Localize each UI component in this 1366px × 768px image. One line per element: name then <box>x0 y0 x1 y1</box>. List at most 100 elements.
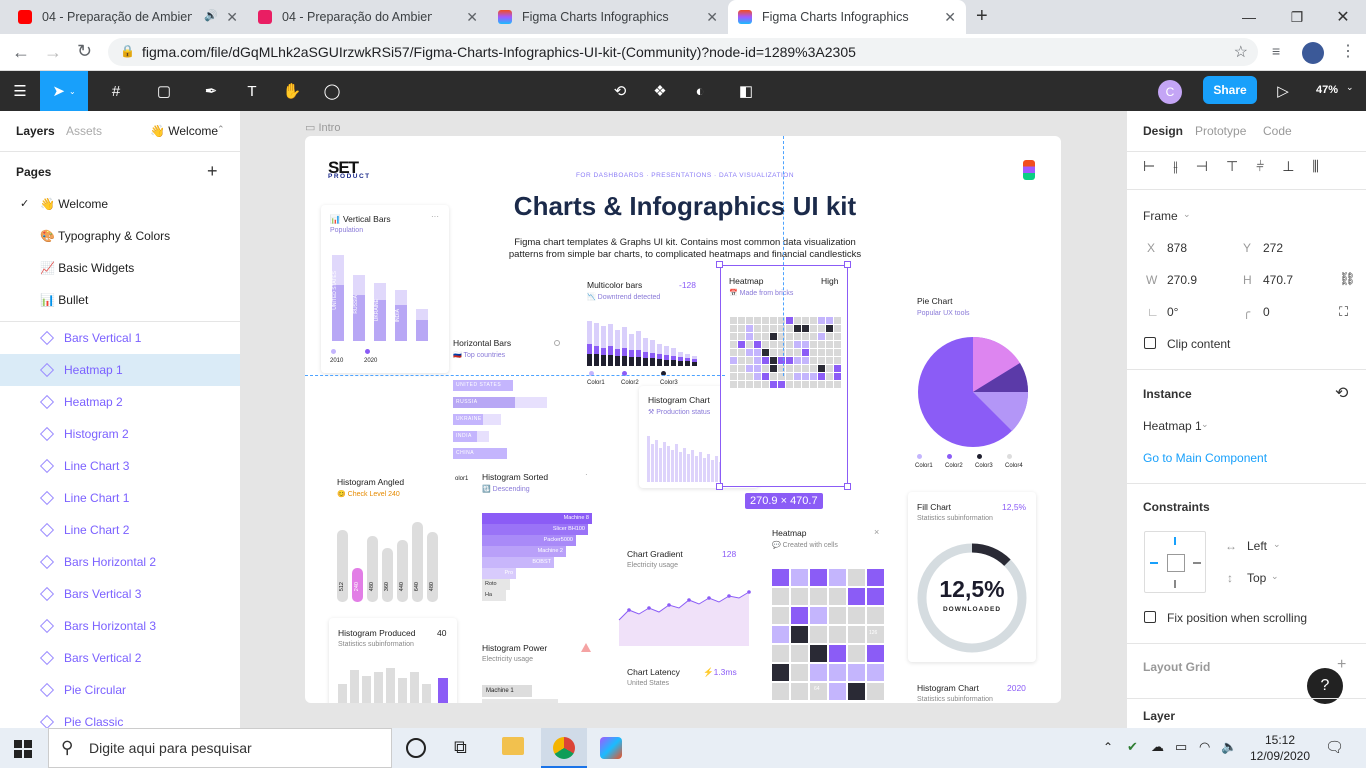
layer-item[interactable]: Line Chart 3 <box>0 450 240 482</box>
card-histogram-produced[interactable]: Histogram Produced 40 Statistics subinfo… <box>329 618 457 703</box>
hand-tool-icon[interactable]: ✋ <box>278 71 306 111</box>
wifi-icon[interactable]: ◠ <box>1199 739 1210 755</box>
layer-item[interactable]: Bars Horizontal 3 <box>0 610 240 642</box>
constraint-right[interactable] <box>1193 562 1201 564</box>
minimize-icon[interactable]: — <box>1226 0 1272 34</box>
align-bottom-icon[interactable]: ⊥ <box>1282 158 1294 175</box>
align-middle-icon[interactable]: ⫩ <box>1256 158 1264 175</box>
browser-tab-figma-active[interactable]: Figma Charts Infographics UI kit ✕ <box>728 0 966 34</box>
card-fill-chart[interactable]: Fill Chart 12,5% Statistics subinformati… <box>908 492 1036 662</box>
rotation-input[interactable]: 0° <box>1167 305 1178 319</box>
chevron-down-icon[interactable]: ⌄ <box>1271 571 1279 582</box>
tab-code[interactable]: Code <box>1263 124 1292 138</box>
detach-instance-icon[interactable]: ⟲ <box>606 71 634 111</box>
constraint-bottom[interactable] <box>1174 580 1176 588</box>
resize-handle[interactable] <box>716 483 723 490</box>
chrome-taskbar-item[interactable] <box>541 728 587 768</box>
battery-icon[interactable]: ▭ <box>1175 739 1187 755</box>
notifications-icon[interactable]: 🗨 <box>1325 738 1344 756</box>
bookmark-star-icon[interactable]: ☆ <box>1234 42 1248 62</box>
layer-item[interactable]: Pie Classic <box>0 706 240 728</box>
browser-tab-figma-1[interactable]: Figma Charts Infographics UI kit ✕ <box>488 0 728 34</box>
comment-tool-icon[interactable]: ◯ <box>318 71 346 111</box>
security-icon[interactable]: ✔ <box>1127 739 1138 755</box>
layer-item[interactable]: Histogram 2 <box>0 418 240 450</box>
vertical-constraint-select[interactable]: Top <box>1247 571 1266 585</box>
volume-icon[interactable]: 🔈 <box>1221 739 1237 755</box>
onedrive-icon[interactable]: ☁ <box>1151 739 1164 755</box>
tab-assets[interactable]: Assets <box>66 124 102 138</box>
horizontal-constraint-select[interactable]: Left <box>1247 539 1267 553</box>
clip-content-checkbox[interactable] <box>1144 337 1156 349</box>
x-input[interactable]: 878 <box>1167 241 1187 255</box>
layer-item[interactable]: Line Chart 2 <box>0 514 240 546</box>
width-input[interactable]: 270.9 <box>1167 273 1197 287</box>
align-right-icon[interactable]: ⊣ <box>1196 158 1208 175</box>
layer-item[interactable]: Heatmap 2 <box>0 386 240 418</box>
file-explorer-icon[interactable] <box>502 737 524 755</box>
url-input[interactable]: 🔒 figma.com/file/dGqMLhk2aSGUIrzwkRSi57/… <box>108 38 1258 66</box>
user-avatar[interactable]: C <box>1158 80 1182 104</box>
layer-item[interactable]: Bars Vertical 1 <box>0 322 240 354</box>
clock-date[interactable]: 12/09/2020 <box>1246 749 1314 763</box>
intro-frame[interactable]: SET PRODUCT FOR DASHBOARDS · PRESENTATIO… <box>305 136 1061 703</box>
layer-item[interactable]: Pie Circular <box>0 674 240 706</box>
height-input[interactable]: 470.7 <box>1263 273 1293 287</box>
frame-tool-icon[interactable]: # <box>98 71 134 111</box>
figma-app-icon[interactable] <box>600 737 622 759</box>
resize-handle[interactable] <box>844 483 851 490</box>
restore-icon[interactable]: ❐ <box>1274 0 1320 34</box>
distribute-icon[interactable]: ⫼ <box>1312 158 1318 175</box>
taskbar-search-input[interactable]: ⚲ Digite aqui para pesquisar <box>48 728 392 768</box>
profile-avatar[interactable] <box>1302 42 1324 64</box>
chevron-down-icon[interactable]: ⌄ <box>1201 419 1209 430</box>
close-tab-icon[interactable]: ✕ <box>706 9 718 26</box>
page-selector[interactable]: 👋 Welcome <box>150 124 218 138</box>
go-to-main-component-link[interactable]: Go to Main Component <box>1143 451 1267 465</box>
hamburger-menu-icon[interactable]: ☰ <box>8 71 32 111</box>
detach-instance-icon[interactable]: ⟲ <box>1335 383 1348 403</box>
windows-start-icon[interactable] <box>14 740 32 758</box>
tab-prototype[interactable]: Prototype <box>1195 124 1246 138</box>
more-icon[interactable] <box>554 340 560 346</box>
constraint-left[interactable] <box>1150 562 1158 564</box>
canvas[interactable]: ▭ Intro SET PRODUCT FOR DASHBOARDS · PRE… <box>241 111 1126 728</box>
resize-handle[interactable] <box>844 261 851 268</box>
cortana-icon[interactable] <box>406 738 426 758</box>
align-center-h-icon[interactable]: ⫲ <box>1173 158 1178 175</box>
radius-input[interactable]: 0 <box>1263 305 1270 319</box>
component-icon[interactable]: ❖ <box>646 71 674 111</box>
chevron-down-icon[interactable]: ⌄ <box>1183 209 1191 220</box>
page-typography[interactable]: 🎨 Typography & Colors <box>40 229 170 243</box>
move-tool-icon[interactable]: ➤ ⌄ <box>40 71 88 111</box>
layer-item[interactable]: Bars Vertical 2 <box>0 642 240 674</box>
add-page-icon[interactable]: + <box>207 161 218 182</box>
tab-layers[interactable]: Layers <box>16 124 55 138</box>
close-tab-icon[interactable]: ✕ <box>226 9 238 26</box>
mask-icon[interactable]: ◐ <box>686 71 714 111</box>
card-heatmap-selected[interactable]: Heatmap High 📅 Made from bricks <box>720 265 848 487</box>
browser-menu-icon[interactable]: ⋮ <box>1340 41 1356 61</box>
instance-name-dropdown[interactable]: Heatmap 1 <box>1143 419 1202 433</box>
tab-design[interactable]: Design <box>1143 124 1183 138</box>
pen-tool-icon[interactable]: ✒ <box>192 71 230 111</box>
reload-icon[interactable]: ↻ <box>77 41 92 62</box>
constraints-widget[interactable] <box>1144 531 1206 593</box>
media-queue-icon[interactable]: ≡ <box>1272 43 1280 59</box>
page-bullet[interactable]: 📊 Bullet <box>40 293 88 307</box>
close-window-icon[interactable]: ✕ <box>1320 0 1366 34</box>
more-icon[interactable]: ··· <box>431 212 439 221</box>
back-icon[interactable]: ← <box>12 42 30 63</box>
independent-corners-icon[interactable]: ⛶ <box>1339 304 1348 320</box>
frame-label[interactable]: ▭ Intro <box>305 121 340 134</box>
task-view-icon[interactable]: ⧉ <box>454 737 467 758</box>
layer-item[interactable]: Bars Horizontal 2 <box>0 546 240 578</box>
fix-position-checkbox[interactable] <box>1144 611 1156 623</box>
chevron-down-icon[interactable]: ⌄ <box>1273 539 1281 550</box>
page-basic-widgets[interactable]: 📈 Basic Widgets <box>40 261 134 275</box>
new-tab-icon[interactable]: + <box>976 5 988 28</box>
card-vertical-bars[interactable]: 📊 Vertical Bars ··· Population UNITED ST… <box>321 205 449 373</box>
add-layout-grid-icon[interactable]: + <box>1337 656 1346 674</box>
zoom-level[interactable]: 47% <box>1316 84 1338 96</box>
more-icon[interactable]: · <box>585 470 588 479</box>
